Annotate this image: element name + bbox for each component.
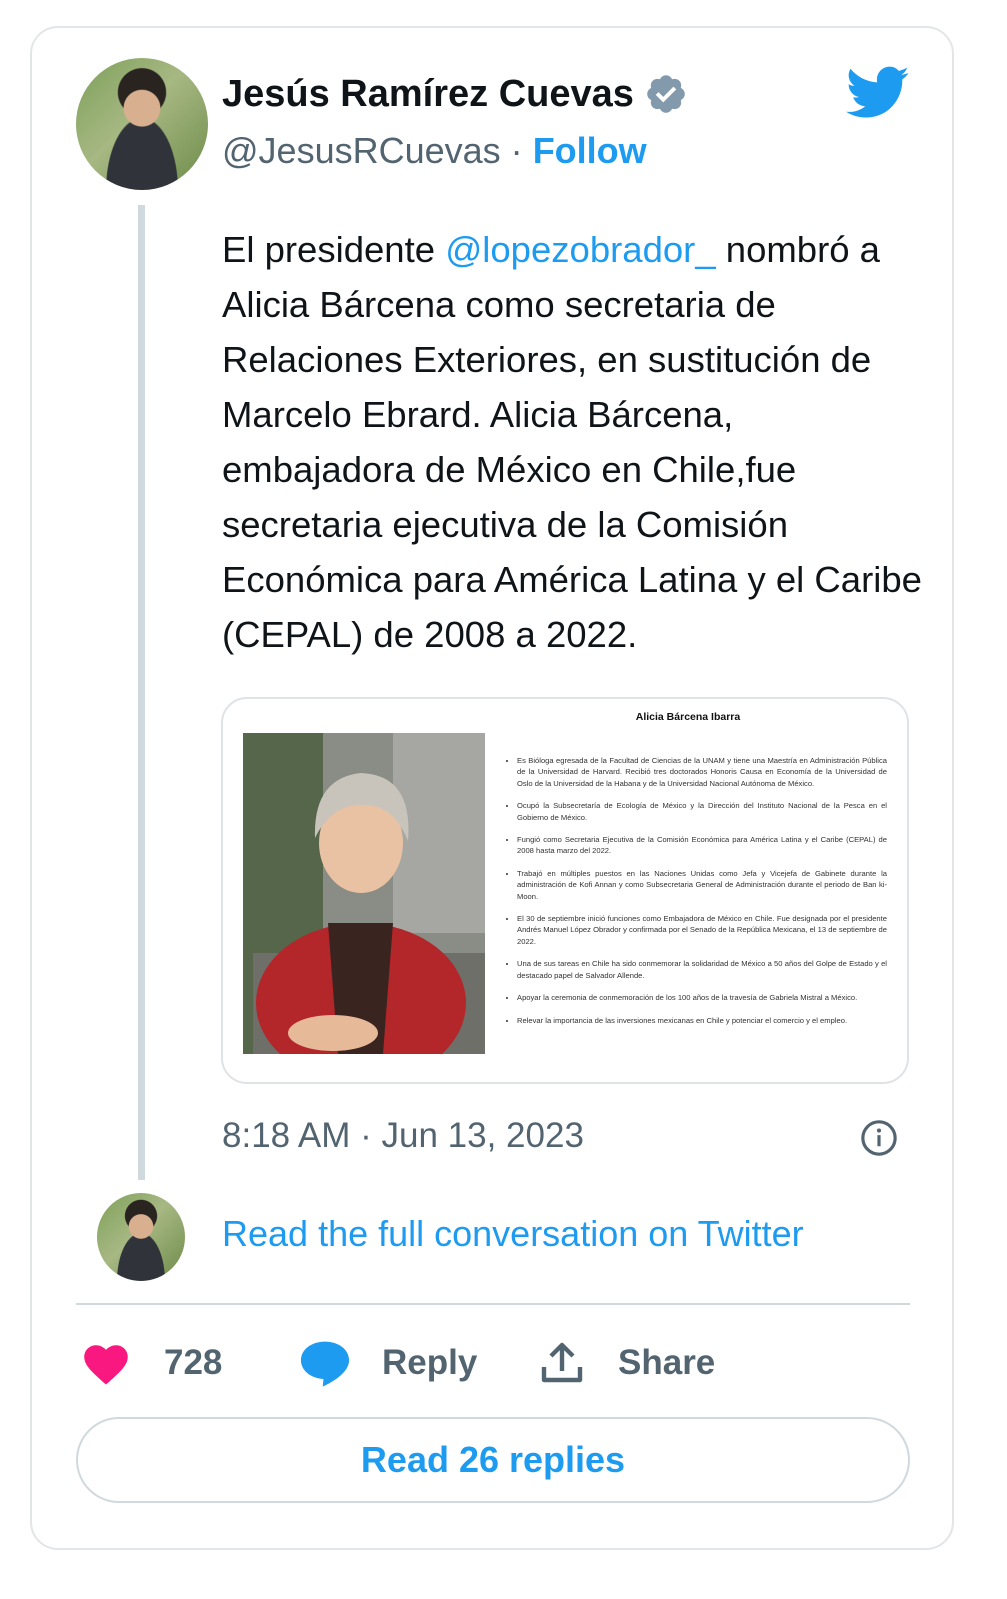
document-bullet: Relevar la importancia de las inversione… (517, 1015, 887, 1026)
tweet-text: El presidente @lopezobrador_ nombró a Al… (222, 222, 922, 662)
tweet-actions: 728 Reply Share (80, 1333, 910, 1393)
document-bullet: Trabajó en múltiples puestos en las Naci… (517, 868, 887, 902)
twitter-bird-icon[interactable] (846, 66, 910, 120)
share-button[interactable]: Share (538, 1333, 715, 1393)
reply-bubble-icon (300, 1341, 350, 1387)
share-upload-icon (541, 1342, 583, 1383)
share-label: Share (618, 1343, 716, 1382)
document-bullet: Ocupó la Subsecretaría de Ecología de Mé… (517, 800, 887, 823)
author-handle[interactable]: @JesusRCuevas (222, 130, 501, 171)
author-handle-row: @JesusRCuevas · Follow (222, 130, 647, 172)
document-bullet: Apoyar la ceremonia de conmemoración de … (517, 992, 887, 1003)
tweet-text-start: El presidente (222, 229, 446, 270)
divider (76, 1303, 910, 1305)
tweet-timestamp[interactable]: 8:18 AM · Jun 13, 2023 (222, 1116, 584, 1156)
document-bullet: Una de sus tareas en Chile ha sido conme… (517, 958, 887, 981)
info-icon[interactable] (860, 1119, 898, 1157)
thread-line (138, 205, 145, 1180)
author-name-row: Jesús Ramírez Cuevas (222, 72, 688, 116)
document-title: Alicia Bárcena Ibarra (635, 711, 741, 723)
heart-icon (84, 1345, 128, 1385)
document-bullet: Fungió como Secretaria Ejecutiva de la C… (517, 834, 887, 857)
portrait-photo (243, 733, 485, 1054)
mention-link[interactable]: @lopezobrador_ (445, 229, 715, 270)
read-full-conversation-link[interactable]: Read the full conversation on Twitter (222, 1213, 804, 1255)
like-button[interactable]: 728 (80, 1333, 222, 1393)
like-count: 728 (164, 1343, 223, 1382)
document-bullet: Es Bióloga egresada de la Facultad de Ci… (517, 755, 887, 789)
reply-button[interactable]: Reply (298, 1333, 477, 1393)
reply-label: Reply (382, 1343, 478, 1382)
follow-button[interactable]: Follow (533, 130, 647, 171)
media-attachment[interactable]: Alicia Bárcena Ibarra Es Bióloga egresad… (221, 697, 909, 1084)
separator-dot: · (510, 130, 523, 171)
author-name[interactable]: Jesús Ramírez Cuevas (222, 73, 634, 116)
author-avatar[interactable] (76, 58, 208, 190)
read-replies-button[interactable]: Read 26 replies (76, 1417, 910, 1503)
verified-badge-icon (647, 75, 685, 113)
tweet-text-rest: nombró a Alicia Bárcena como secretaria … (222, 229, 922, 655)
document-bullet: El 30 de septiembre inició funciones com… (517, 913, 887, 947)
author-avatar-small[interactable] (97, 1193, 185, 1281)
document-bullets: Es Bióloga egresada de la Facultad de Ci… (501, 755, 887, 1037)
